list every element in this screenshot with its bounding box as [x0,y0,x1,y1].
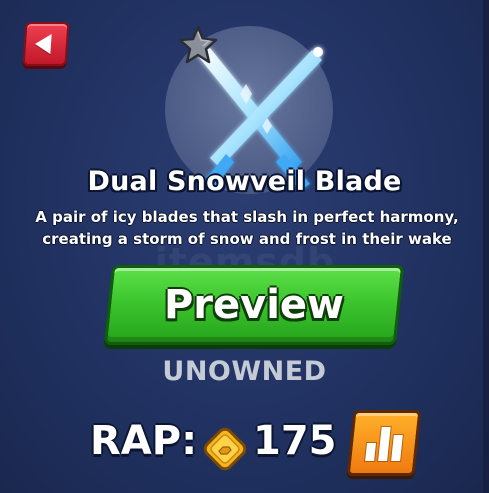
coin-icon [203,427,247,471]
item-detail-panel: Dual Snowveil Blade A pair of icy blades… [0,0,489,493]
star-icon [178,25,218,64]
back-arrow-icon [34,34,52,54]
rap-value: 175 [253,418,337,464]
rap-chart-button[interactable] [346,410,422,476]
item-title: Dual Snowveil Blade [87,166,402,197]
preview-button-label[interactable]: Preview [108,265,400,345]
rap-label: RAP: [90,418,198,464]
ownership-status: UNOWNED [162,356,327,387]
back-button[interactable] [22,22,70,66]
rap-row: RAP: 175 [0,410,489,480]
